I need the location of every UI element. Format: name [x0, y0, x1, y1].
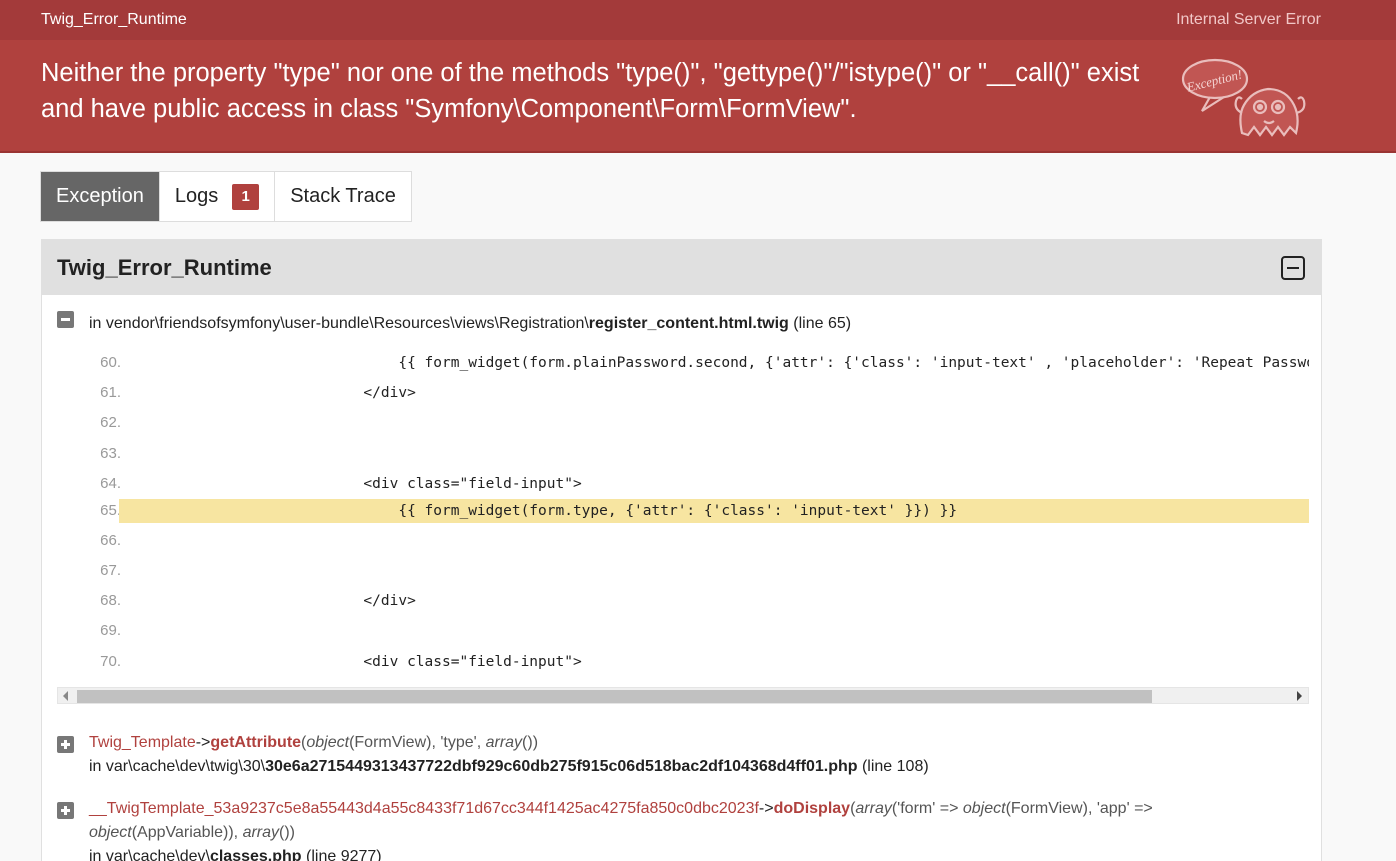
- code-text: <div class="field-input">: [119, 654, 582, 670]
- line-number: 66.: [100, 532, 121, 549]
- code-text: </div>: [119, 385, 416, 401]
- tab-logs[interactable]: Logs 1: [160, 172, 276, 221]
- trace-line: (line 108): [861, 758, 929, 775]
- arg-type: array: [855, 800, 892, 817]
- expand-frame-icon[interactable]: [57, 802, 74, 819]
- tab-exception-label: Exception: [56, 185, 144, 207]
- trace-call: Twig_Template->getAttribute(object(FormV…: [89, 731, 1289, 755]
- trace-arrow: ->: [195, 734, 211, 751]
- exception-class-label: Twig_Error_Runtime: [41, 11, 187, 28]
- horizontal-scrollbar[interactable]: [57, 687, 1309, 704]
- tab-bar: Exception Logs 1 Stack Trace: [40, 171, 412, 222]
- exception-ghost-icon: Exception!: [1181, 58, 1306, 137]
- logs-count-badge: 1: [232, 183, 260, 210]
- code-line: 63.: [57, 442, 1309, 466]
- exception-message-header: Neither the property "type" nor one of t…: [0, 40, 1396, 153]
- trace-item: Twig_Template->getAttribute(object(FormV…: [89, 731, 1289, 779]
- frame-path: in vendor\friendsofsymfony\user-bundle\R…: [89, 315, 589, 332]
- exception-panel: Twig_Error_Runtime in vendor\friendsofsy…: [41, 239, 1322, 861]
- code-excerpt: 60. {{ form_widget(form.plainPassword.se…: [57, 344, 1309, 689]
- trace-args: (object(FormView), 'type', array()): [301, 734, 539, 751]
- code-line: 67.: [57, 559, 1309, 583]
- trace-method: doDisplay: [773, 800, 851, 817]
- scroll-right-icon[interactable]: [1297, 691, 1302, 701]
- line-number: 61.: [100, 384, 121, 401]
- code-line: 66.: [57, 529, 1309, 553]
- code-line: 69.: [57, 619, 1309, 643]
- collapse-frame-icon[interactable]: [57, 311, 74, 328]
- code-text: {{ form_widget(form.type, {'attr': {'cla…: [119, 499, 1309, 523]
- tab-logs-label: Logs: [174, 185, 219, 207]
- arg-type: object: [306, 734, 350, 751]
- line-number: 70.: [100, 653, 121, 670]
- arg-type: object: [962, 800, 1006, 817]
- scroll-left-icon[interactable]: [63, 691, 68, 701]
- code-text: <div class="field-input">: [119, 476, 582, 492]
- code-line: 62.: [57, 411, 1309, 435]
- tab-stack-trace-label: Stack Trace: [290, 185, 396, 207]
- trace-call: __TwigTemplate_53a9237c5e8a55443d4a55c84…: [89, 797, 1289, 845]
- code-line: 68. </div>: [57, 589, 1309, 613]
- code-text: </div>: [119, 593, 416, 609]
- line-number: 65.: [100, 502, 121, 519]
- frame-location: in vendor\friendsofsymfony\user-bundle\R…: [89, 315, 851, 333]
- line-number: 68.: [100, 592, 121, 609]
- line-number: 63.: [100, 445, 121, 462]
- trace-file: classes.php: [209, 848, 302, 861]
- line-number: 62.: [100, 414, 121, 431]
- trace-line: (line 9277): [306, 848, 382, 861]
- trace-class: __TwigTemplate_53a9237c5e8a55443d4a55c84…: [89, 800, 759, 817]
- arg-type: array: [242, 824, 280, 841]
- trace-method: getAttribute: [210, 734, 302, 751]
- code-line: 60. {{ form_widget(form.plainPassword.se…: [57, 351, 1309, 375]
- http-status: HTTP 500 Internal Server Error: [1176, 11, 1321, 132]
- trace-file: 30e6a2715449313437722dbf929c60db275f915c…: [265, 758, 858, 775]
- tab-exception[interactable]: Exception: [41, 172, 160, 221]
- panel-title: Twig_Error_Runtime: [57, 255, 272, 280]
- trace-path: in var\cache\dev\twig\30\: [89, 758, 266, 775]
- trace-arrow: ->: [758, 800, 774, 817]
- line-number: 60.: [100, 354, 121, 371]
- scrollbar-thumb[interactable]: [77, 690, 1152, 703]
- line-number: 64.: [100, 475, 121, 492]
- trace-item: __TwigTemplate_53a9237c5e8a55443d4a55c84…: [89, 797, 1289, 861]
- trace-path: in var\cache\dev\: [89, 848, 210, 861]
- code-line: 61. </div>: [57, 381, 1309, 405]
- code-text: {{ form_widget(form.plainPassword.second…: [119, 355, 1309, 371]
- arg-type: array: [485, 734, 523, 751]
- code-line: 70. <div class="field-input">: [57, 650, 1309, 674]
- trace-location: in var\cache\dev\twig\30\30e6a2715449313…: [89, 755, 1289, 779]
- trace-class: Twig_Template: [89, 734, 196, 751]
- line-number: 67.: [100, 562, 121, 579]
- trace-location: in var\cache\dev\classes.php (line 9277): [89, 845, 1289, 861]
- line-number: 69.: [100, 622, 121, 639]
- tab-stack-trace[interactable]: Stack Trace: [275, 172, 411, 221]
- code-line: 64. <div class="field-input">: [57, 472, 1309, 496]
- frame-line: (line 65): [793, 315, 852, 332]
- panel-header: Twig_Error_Runtime: [42, 240, 1321, 295]
- status-text: Internal Server Error: [1176, 11, 1321, 28]
- frame-file: register_content.html.twig: [588, 315, 789, 332]
- top-bar: Twig_Error_Runtime HTTP 500 Internal Ser…: [0, 0, 1396, 132]
- code-line: 65. {{ form_widget(form.type, {'attr': {…: [57, 499, 1309, 523]
- collapse-panel-icon[interactable]: [1281, 256, 1305, 280]
- expand-frame-icon[interactable]: [57, 736, 74, 753]
- exception-message: Neither the property "type" nor one of t…: [41, 59, 1140, 123]
- arg-type: object: [89, 824, 132, 841]
